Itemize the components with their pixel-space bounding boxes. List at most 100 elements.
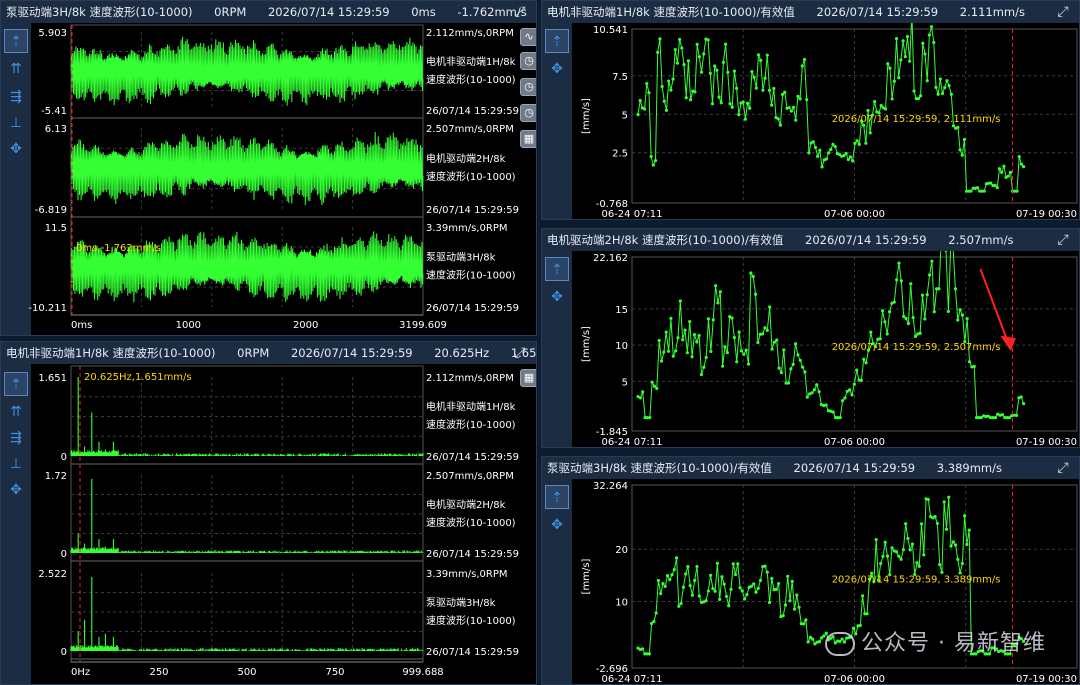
- trend-point: [649, 154, 653, 159]
- trend-point: [958, 308, 962, 312]
- trend-point: [811, 140, 815, 144]
- trend-point: [676, 336, 680, 340]
- clock-icon[interactable]: ◷: [520, 52, 536, 70]
- trend-point: [685, 351, 689, 355]
- trend-point: [848, 388, 852, 392]
- trend-point: [920, 293, 925, 297]
- trend-point: [855, 139, 859, 143]
- expand-icon[interactable]: ⤢: [1055, 4, 1071, 20]
- trend-point: [933, 515, 937, 519]
- trend-point: [894, 550, 899, 554]
- trend-point: [664, 108, 669, 112]
- trend-point: [869, 330, 873, 334]
- trend-point: [965, 542, 969, 546]
- trend-point: [645, 81, 649, 86]
- trend-point: [732, 69, 736, 73]
- expand-icon[interactable]: ⤢: [1055, 232, 1071, 248]
- trend-point: [725, 350, 729, 355]
- trend-point: [897, 554, 901, 558]
- clock-icon[interactable]: ◷: [520, 104, 536, 122]
- spectrum-plot[interactable]: 1.651 0 2.112mm/s,0RPM 电机非驱动端1H/8k 速度波形(10-…: [1, 364, 537, 685]
- trend-point: [812, 388, 816, 392]
- trend-point: [678, 299, 682, 303]
- trend-point: [880, 309, 885, 313]
- trend-point: [788, 599, 792, 603]
- grid-icon[interactable]: ▦: [520, 130, 536, 148]
- trend-point: [730, 316, 734, 320]
- waveform-rpm: 0RPM: [214, 5, 247, 19]
- trend-point: [743, 117, 747, 121]
- trend-point: [671, 77, 675, 81]
- clock-icon[interactable]: ◷: [520, 78, 536, 96]
- trend-point: [989, 181, 993, 185]
- trend-point: [702, 52, 706, 56]
- trend-point: [688, 583, 692, 588]
- spectrum-rpm: 0RPM: [237, 346, 270, 360]
- channel-name: 速度波形(10-1000): [426, 170, 516, 183]
- trend-point: [664, 330, 668, 334]
- grid-icon[interactable]: ▦: [520, 369, 536, 387]
- trend-point: [710, 102, 715, 106]
- channel-name: 速度波形(10-1000): [426, 614, 516, 627]
- trend-point: [669, 316, 673, 320]
- trend-point: [846, 157, 850, 162]
- trend-point: [739, 349, 744, 353]
- trend-point: [651, 163, 655, 167]
- trend-point: [702, 365, 706, 369]
- trend-point: [715, 68, 719, 72]
- trend-point: [754, 86, 758, 90]
- trend-point: [656, 578, 661, 583]
- waveform-plot[interactable]: 5.903 -5.41 2.112mm/s,0RPM 电机非驱动端1H/8k 速度波形…: [1, 23, 537, 336]
- expand-icon[interactable]: ⤢: [512, 345, 528, 361]
- expand-icon[interactable]: ⤢: [512, 4, 528, 20]
- trend-point: [794, 118, 798, 122]
- trend-point: [935, 521, 940, 526]
- trend-point: [953, 287, 958, 291]
- trend-point: [864, 141, 868, 145]
- trend-plot[interactable]: 10.5417.552.5-0.768[mm/s]06-24 07:11 07-0…: [542, 23, 1080, 220]
- trend-point: [756, 586, 760, 590]
- trend-point: [1017, 155, 1021, 159]
- trend-point: [746, 362, 751, 366]
- trend-point: [922, 553, 926, 557]
- trend-point: [749, 584, 754, 588]
- trend-plot[interactable]: 22.16215105-1.845[mm/s]06-24 07:11 07-06 …: [542, 251, 1080, 448]
- trend-point: [944, 527, 949, 531]
- trend-point: [862, 357, 866, 361]
- trend-point: [744, 348, 748, 352]
- channel-time: 26/07/14 15:29:59: [426, 549, 519, 560]
- trend-time: 2026/07/14 15:29:59: [793, 461, 916, 475]
- trend-point: [890, 546, 894, 550]
- trend-point: [798, 97, 802, 101]
- trend-point: [752, 75, 756, 79]
- trend-point: [934, 85, 938, 89]
- trend-point: [1022, 164, 1026, 169]
- trend-point: [713, 64, 717, 68]
- cursor-label: 2026/07/14 15:29:59, 2.111mm/s: [832, 114, 1001, 125]
- trend-point: [967, 528, 971, 532]
- y-tick-label: 11.5: [45, 223, 67, 234]
- trend-point: [949, 92, 953, 96]
- channel-time: 26/07/14 15:29:59: [426, 647, 519, 658]
- trend-point: [885, 554, 890, 558]
- trend-point: [738, 586, 742, 590]
- watermark: 公众号 · 易新智维: [825, 625, 1046, 657]
- trend-point: [906, 321, 910, 326]
- waveform-icon[interactable]: ∿: [520, 28, 536, 46]
- trend-point: [717, 95, 721, 99]
- trend-point: [756, 340, 760, 345]
- cursor-label: 2026/07/14 15:29:59, 2.507mm/s: [832, 342, 1001, 353]
- trend-point: [697, 55, 701, 59]
- x-tick-label: 07-19 00:30: [1016, 209, 1077, 220]
- trend-point: [681, 338, 685, 342]
- trend-point: [777, 581, 781, 586]
- expand-icon[interactable]: ⤢: [1055, 460, 1071, 476]
- trend-point: [892, 79, 896, 83]
- trend-point: [790, 579, 794, 583]
- trend-point: [673, 47, 677, 52]
- channel-info: 2.507mm/s,0RPM: [426, 471, 514, 482]
- x-tick-label: 06-24 07:11: [601, 674, 662, 685]
- spectrum-title: 电机非驱动端1H/8k 速度波形(10-1000): [6, 346, 216, 360]
- trend-point: [745, 593, 749, 597]
- trend-point: [652, 384, 657, 388]
